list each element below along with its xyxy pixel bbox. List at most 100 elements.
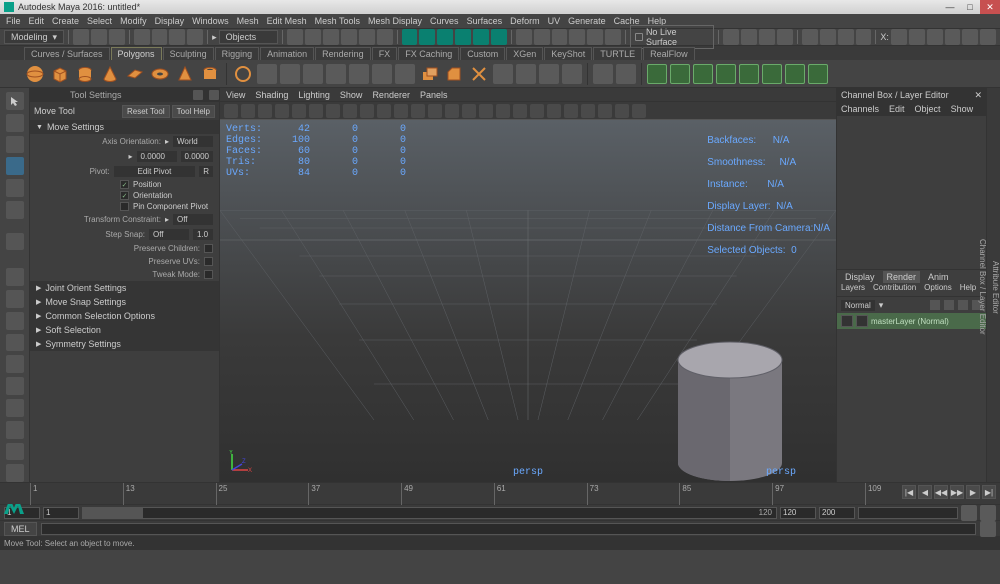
menu-curves[interactable]: Curves	[430, 16, 459, 26]
dock-icon[interactable]	[193, 90, 203, 100]
vp-tool-icon[interactable]	[360, 104, 374, 118]
shelf-tab-rendering[interactable]: Rendering	[315, 47, 371, 60]
layer-tool-icon[interactable]	[930, 300, 940, 310]
sphere-icon[interactable]	[24, 63, 46, 85]
rotate-tool-icon[interactable]	[6, 179, 24, 197]
transform-constraint-value[interactable]: Off	[173, 214, 213, 225]
shelf-tool-icon[interactable]	[326, 64, 346, 84]
vp-tool-icon[interactable]	[309, 104, 323, 118]
extrude-icon[interactable]	[418, 63, 440, 85]
select-tool-icon[interactable]	[6, 92, 24, 110]
shelf-tool-icon[interactable]	[616, 64, 636, 84]
shelf-tab-turtle[interactable]: TURTLE	[593, 47, 642, 60]
layer-tab-render[interactable]: Render	[883, 271, 921, 283]
tool-icon[interactable]	[91, 29, 107, 45]
menu-mesh[interactable]: Mesh	[237, 16, 259, 26]
preserve-uvs-checkbox[interactable]	[204, 257, 213, 266]
snap-icon[interactable]	[402, 29, 418, 45]
last-tool-icon[interactable]	[6, 233, 24, 251]
shelf-tool-icon[interactable]	[739, 64, 759, 84]
layer-menu-help[interactable]: Help	[960, 283, 976, 296]
vp-menu-shading[interactable]: Shading	[255, 90, 288, 100]
menu-display[interactable]: Display	[155, 16, 185, 26]
shelf-tool-icon[interactable]	[372, 64, 392, 84]
layout-icon[interactable]	[6, 268, 24, 286]
vp-tool-icon[interactable]	[462, 104, 476, 118]
vp-menu-panels[interactable]: Panels	[420, 90, 448, 100]
tweak-mode-checkbox[interactable]	[204, 270, 213, 279]
shelf-tool-icon[interactable]	[693, 64, 713, 84]
layout-icon[interactable]	[6, 290, 24, 308]
shelf-tool-icon[interactable]	[280, 64, 300, 84]
shelf-tool-icon[interactable]	[257, 64, 277, 84]
pipe-icon[interactable]	[199, 63, 221, 85]
tool-icon[interactable]	[838, 29, 854, 45]
shelf-tab-fx[interactable]: FX	[372, 47, 398, 60]
plane-icon[interactable]	[124, 63, 146, 85]
channel-menu-channels[interactable]: Channels	[841, 104, 879, 114]
shelf-tool-icon[interactable]	[395, 64, 415, 84]
bridge-icon[interactable]	[468, 63, 490, 85]
shelf-tool-icon[interactable]	[493, 64, 513, 84]
layer-tool-icon[interactable]	[944, 300, 954, 310]
shelf-tab-rigging[interactable]: Rigging	[215, 47, 260, 60]
menu-deform[interactable]: Deform	[510, 16, 540, 26]
snap-icon[interactable]	[491, 29, 507, 45]
menu-file[interactable]: File	[6, 16, 21, 26]
range-end-field[interactable]	[819, 507, 855, 519]
tool-icon[interactable]	[723, 29, 739, 45]
common-selection-header[interactable]: Common Selection Options	[30, 309, 219, 323]
play-start-button[interactable]: |◀	[902, 485, 916, 499]
orientation-checkbox[interactable]: ✓	[120, 191, 129, 200]
vp-tool-icon[interactable]	[394, 104, 408, 118]
menu-uv[interactable]: UV	[548, 16, 561, 26]
menu-edit[interactable]: Edit	[29, 16, 45, 26]
vp-tool-icon[interactable]	[632, 104, 646, 118]
tool-icon[interactable]	[587, 29, 603, 45]
shelf-tool-icon[interactable]	[562, 64, 582, 84]
vp-tool-icon[interactable]	[258, 104, 272, 118]
snap-icon[interactable]	[455, 29, 471, 45]
viewport-3d[interactable]: Verts: 42 0 0 Edges: 100 0 0 Faces: 60 0…	[220, 120, 836, 482]
num-field[interactable]: 0.0000	[137, 151, 177, 162]
tool-icon[interactable]	[569, 29, 585, 45]
tool-icon[interactable]	[305, 29, 321, 45]
tool-icon[interactable]	[909, 29, 925, 45]
tool-icon[interactable]	[169, 29, 185, 45]
layout-icon[interactable]	[6, 377, 24, 395]
minimize-button[interactable]: —	[940, 0, 960, 14]
vp-tool-icon[interactable]	[445, 104, 459, 118]
workspace-dropdown[interactable]: Modeling ▾	[4, 30, 64, 44]
num-field[interactable]: 0.0000	[181, 151, 213, 162]
channel-menu-object[interactable]: Object	[915, 104, 941, 114]
layer-menu-options[interactable]: Options	[924, 283, 952, 296]
maximize-button[interactable]: □	[960, 0, 980, 14]
joint-orient-header[interactable]: Joint Orient Settings	[30, 281, 219, 295]
vp-tool-icon[interactable]	[292, 104, 306, 118]
vp-tool-icon[interactable]	[428, 104, 442, 118]
tool-icon[interactable]	[980, 29, 996, 45]
shelf-tool-icon[interactable]	[516, 64, 536, 84]
step-forward-button[interactable]: ▶	[966, 485, 980, 499]
snap-icon[interactable]	[437, 29, 453, 45]
pin-pivot-checkbox[interactable]	[120, 202, 129, 211]
menu-generate[interactable]: Generate	[568, 16, 606, 26]
menu-surfaces[interactable]: Surfaces	[467, 16, 503, 26]
shelf-tool-icon[interactable]	[647, 64, 667, 84]
lasso-tool-icon[interactable]	[6, 114, 24, 132]
play-end-button[interactable]: ▶|	[982, 485, 996, 499]
shelf-tab-xgen[interactable]: XGen	[506, 47, 543, 60]
menu-mesh-display[interactable]: Mesh Display	[368, 16, 422, 26]
shelf-tool-icon[interactable]	[349, 64, 369, 84]
tool-icon[interactable]	[152, 29, 168, 45]
tool-icon[interactable]	[359, 29, 375, 45]
vp-tool-icon[interactable]	[598, 104, 612, 118]
vp-tool-icon[interactable]	[496, 104, 510, 118]
shelf-tab-sculpting[interactable]: Sculpting	[163, 47, 214, 60]
vp-tool-icon[interactable]	[343, 104, 357, 118]
close-button[interactable]: ✕	[980, 0, 1000, 14]
layer-vis-checkbox[interactable]	[841, 315, 853, 327]
step-snap-value[interactable]: Off	[149, 229, 189, 240]
vp-tool-icon[interactable]	[581, 104, 595, 118]
symmetry-settings-header[interactable]: Symmetry Settings	[30, 337, 219, 351]
